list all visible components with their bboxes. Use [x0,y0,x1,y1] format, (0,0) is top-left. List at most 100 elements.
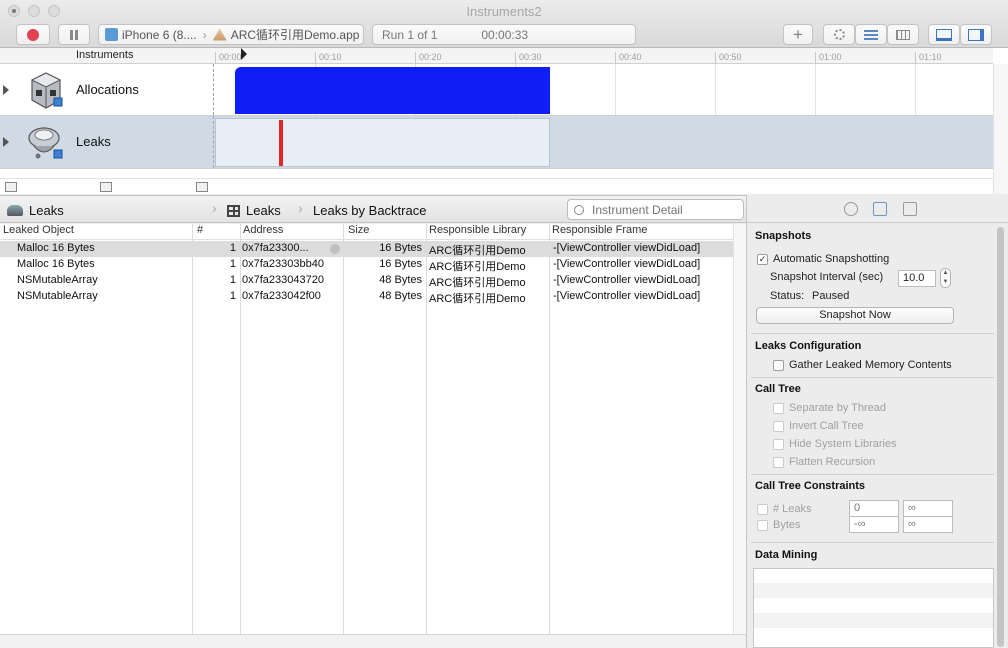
snapshot-interval-field[interactable]: 10.0 [898,270,936,287]
checkbox-icon [757,519,768,531]
time-ruler[interactable]: Instruments 00:00 00:10 00:20 00:30 00:4… [0,48,993,64]
grid-line [715,64,716,115]
table-row[interactable]: Malloc 16 Bytes 1 0x7fa23303bb40 16 Byte… [0,257,733,273]
target-selector[interactable]: iPhone 6 (8.... › ARC循环引用Demo.app [98,24,364,45]
table-header: Leaked Object # Address Size Responsible… [0,224,733,240]
snapshot-interval-stepper[interactable]: ▲ ▼ [940,268,951,288]
add-instrument-button[interactable]: + [783,24,813,45]
table-scrollbar[interactable] [733,224,746,634]
device-icon [105,28,118,41]
playhead-marker[interactable] [241,48,247,60]
bytes-min-field[interactable]: -∞ [849,516,899,533]
run-label: Run 1 of 1 [382,27,438,42]
table-row[interactable]: NSMutableArray 1 0x7fa233043720 48 Bytes… [0,273,733,289]
detail-jump-bar: Leaks › Leaks › Leaks by Backtrace [0,195,746,223]
ruler-tick: 00:50 [715,52,742,64]
automatic-snapshotting-checkbox[interactable]: ✓ Automatic Snapshotting [757,253,889,265]
instrument-detail-search[interactable] [567,199,744,220]
window-title: Instruments2 [466,4,542,19]
record-button[interactable] [16,24,50,45]
timeline-scrollbar[interactable] [993,64,1008,194]
separate-by-thread-checkbox[interactable]: Separate by Thread [773,402,886,414]
cell-library: ARC循环引用Demo [429,277,526,289]
inspector-scrollbar[interactable] [997,225,1005,647]
status-value: Paused [812,290,850,302]
breadcrumb-instrument[interactable]: Leaks [7,203,64,218]
column-header-frame[interactable]: Responsible Frame [552,224,647,236]
cell-object: Malloc 16 Bytes [17,242,95,254]
go-to-address-icon[interactable] [330,244,340,254]
settings-button[interactable] [823,24,855,45]
scrollbar-thumb[interactable] [997,227,1004,647]
table-view-button[interactable] [887,24,919,45]
snapshot-now-button[interactable]: Snapshot Now [756,307,954,324]
checkbox-icon [773,402,784,414]
search-input[interactable] [592,202,732,217]
data-mining-list[interactable] [753,568,994,648]
breadcrumb-mode[interactable]: Leaks by Backtrace [313,203,426,218]
column-header-size[interactable]: Size [348,224,369,236]
grid-line [915,64,916,115]
checkbox-icon [773,420,784,432]
gather-leaked-memory-label: Gather Leaked Memory Contents [789,359,952,371]
cell-count: 1 [229,274,236,286]
bytes-constraint-checkbox[interactable]: Bytes [757,519,801,531]
graph-style-icon[interactable] [5,182,17,192]
list-view-button[interactable] [855,24,887,45]
ruler-tick: 00:00 [215,52,242,64]
ruler-tick: 01:00 [815,52,842,64]
record-settings-icon[interactable] [844,202,858,216]
zoom-slider-icon[interactable] [100,182,112,192]
column-header-library[interactable]: Responsible Library [429,224,526,236]
table-row[interactable]: Malloc 16 Bytes 1 0x7fa23300... 16 Bytes… [0,241,733,257]
extended-detail-icon[interactable] [903,202,917,216]
cell-size: 48 Bytes [379,290,422,302]
leaks-min-field[interactable]: 0 [849,500,899,517]
section-title-call-tree-constraints: Call Tree Constraints [755,480,866,492]
column-header-count[interactable]: # [197,224,203,236]
leaks-icon [7,205,23,216]
checkbox-icon [773,456,784,468]
toggle-inspector-button[interactable] [960,24,992,45]
flatten-recursion-checkbox[interactable]: Flatten Recursion [773,456,875,468]
cell-size: 16 Bytes [379,242,422,254]
toolbar: Instruments2 iPhone 6 (8.... › ARC循环引用De… [0,0,1008,48]
pause-button[interactable] [58,24,90,45]
breadcrumb-view[interactable]: Leaks [227,203,281,218]
gather-leaked-memory-checkbox[interactable]: Gather Leaked Memory Contents [773,359,952,371]
leaks-constraint-checkbox[interactable]: # Leaks [757,503,812,515]
toggle-detail-panel-button[interactable] [928,24,960,45]
instruments-header: Instruments [76,49,134,61]
section-divider [751,542,994,543]
invert-call-tree-checkbox[interactable]: Invert Call Tree [773,420,864,432]
bottom-panel-icon [936,28,952,41]
bytes-max-field[interactable]: ∞ [903,516,953,533]
table-row[interactable]: NSMutableArray 1 0x7fa233042f00 48 Bytes… [0,289,733,305]
chevron-right-icon: › [212,200,217,216]
cell-count: 1 [229,258,236,270]
column-header-address[interactable]: Address [243,224,283,236]
separate-by-thread-label: Separate by Thread [789,402,887,414]
track-size-icon[interactable] [196,182,208,192]
hide-system-libraries-checkbox[interactable]: Hide System Libraries [773,438,897,450]
column-header-leaked-object[interactable]: Leaked Object [3,224,74,236]
disclosure-triangle-icon[interactable] [3,84,9,95]
leaks-max-field[interactable]: ∞ [903,500,953,517]
track-allocations[interactable]: Allocations [0,64,993,116]
list-row [754,613,993,628]
invert-call-tree-label: Invert Call Tree [789,420,864,432]
target-device: iPhone 6 (8.... [122,27,197,42]
chevron-right-icon: › [298,200,303,216]
timeline: Instruments 00:00 00:10 00:20 00:30 00:4… [0,48,1008,194]
leak-event-marker[interactable] [279,120,283,166]
track-header-allocations: Allocations [0,64,214,115]
cell-address: 0x7fa23300... [242,242,309,254]
checkmark-icon: ✓ [757,253,768,265]
disclosure-triangle-icon[interactable] [3,137,9,147]
section-divider [751,474,994,475]
automatic-snapshotting-label: Automatic Snapshotting [773,253,890,265]
track-leaks[interactable]: Leaks [0,116,993,169]
bytes-constraint-label: Bytes [773,519,801,531]
grid-line [615,64,616,115]
display-settings-icon[interactable] [873,202,887,216]
